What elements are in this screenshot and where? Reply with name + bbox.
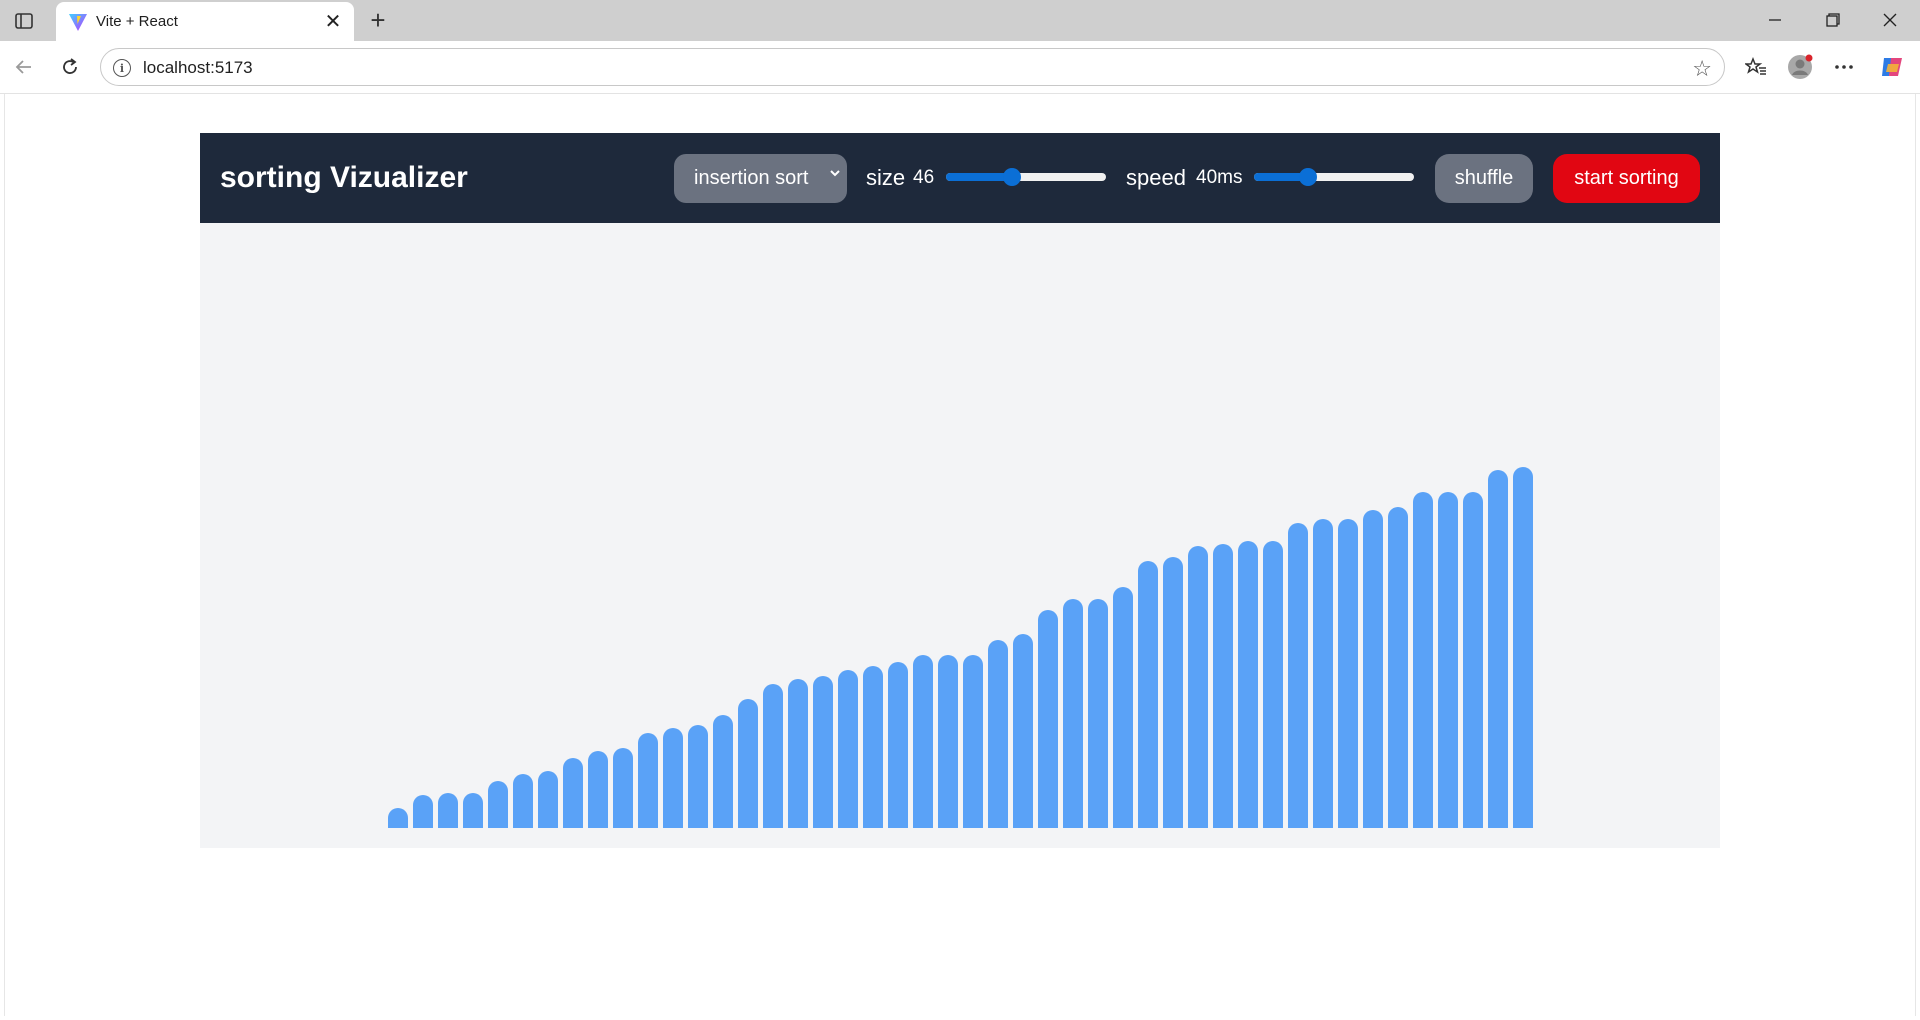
bar-15: [738, 699, 758, 828]
bar-29: [1088, 599, 1108, 828]
bar-13: [688, 725, 708, 828]
size-slider-track: [946, 173, 1106, 181]
sidebar-toggle-icon[interactable]: [12, 9, 36, 33]
algorithm-select[interactable]: insertion sort: [674, 154, 847, 203]
size-value: 46: [913, 167, 935, 188]
bars-stage: [200, 223, 1720, 848]
bar-5: [488, 781, 508, 828]
site-info-icon[interactable]: i: [113, 59, 131, 77]
bar-33: [1188, 546, 1208, 828]
vite-logo-icon: [68, 12, 88, 32]
bar-11: [638, 733, 658, 828]
bar-46: [1513, 467, 1533, 828]
bar-3: [438, 793, 458, 828]
bar-41: [1388, 507, 1408, 828]
bar-20: [863, 666, 883, 828]
address-bar[interactable]: i localhost:5173 ☆: [100, 48, 1725, 86]
bar-21: [888, 662, 908, 828]
tab-title: Vite + React: [96, 13, 178, 30]
bar-30: [1113, 587, 1133, 828]
bar-32: [1163, 557, 1183, 828]
bar-4: [463, 793, 483, 828]
speed-slider-track: [1254, 173, 1414, 181]
restore-icon[interactable]: [1813, 6, 1853, 34]
bar-6: [513, 774, 533, 828]
browser-toolbar: i localhost:5173 ☆: [0, 41, 1920, 94]
bar-35: [1238, 541, 1258, 828]
bar-40: [1363, 510, 1383, 828]
shuffle-button[interactable]: shuffle: [1435, 154, 1533, 203]
app-title: sorting Vizualizer: [220, 161, 468, 194]
speed-value: 40ms: [1196, 167, 1243, 188]
url-text: localhost:5173: [143, 58, 253, 77]
bar-19: [838, 670, 858, 828]
bar-26: [1013, 634, 1033, 828]
bar-12: [663, 728, 683, 828]
bar-23: [938, 655, 958, 828]
browser-tabstrip: Vite + React ✕ +: [0, 0, 1920, 41]
chevron-down-icon: [829, 166, 841, 182]
speed-slider[interactable]: [1254, 168, 1414, 186]
bar-2: [413, 795, 433, 828]
favorites-icon[interactable]: [1740, 51, 1772, 83]
size-slider-thumb[interactable]: [1002, 168, 1021, 186]
bar-22: [913, 655, 933, 828]
bar-34: [1213, 544, 1233, 828]
favorite-star-icon[interactable]: ☆: [1692, 56, 1712, 82]
bar-10: [613, 748, 633, 828]
bar-39: [1338, 519, 1358, 828]
bar-24: [963, 655, 983, 828]
bar-18: [813, 676, 833, 828]
bars-container: [200, 223, 1720, 848]
size-label: size: [866, 165, 906, 190]
bar-43: [1438, 492, 1458, 828]
speed-label: speed: [1126, 165, 1186, 190]
bar-36: [1263, 541, 1283, 828]
back-arrow-icon[interactable]: [8, 51, 40, 83]
bar-17: [788, 679, 808, 828]
sorting-visualizer-app: sorting Vizualizer insertion sort size 4…: [200, 133, 1720, 848]
new-tab-button[interactable]: +: [364, 5, 392, 35]
minimize-icon[interactable]: [1755, 6, 1795, 34]
size-slider-fill: [946, 173, 1012, 181]
copilot-icon[interactable]: [1876, 51, 1908, 83]
bar-7: [538, 771, 558, 828]
bar-25: [988, 640, 1008, 828]
bar-1: [388, 808, 408, 828]
bar-37: [1288, 523, 1308, 828]
start-sorting-button[interactable]: start sorting: [1553, 154, 1700, 203]
browser-tab[interactable]: Vite + React ✕: [56, 2, 354, 41]
profile-avatar-icon[interactable]: [1784, 51, 1816, 83]
bar-8: [563, 758, 583, 828]
bar-14: [713, 715, 733, 828]
window-close-icon[interactable]: [1870, 6, 1910, 34]
algorithm-selected-value: insertion sort: [694, 167, 809, 189]
size-slider[interactable]: [946, 168, 1106, 186]
bar-28: [1063, 599, 1083, 828]
speed-slider-thumb[interactable]: [1299, 168, 1318, 186]
bar-16: [763, 684, 783, 828]
bar-44: [1463, 492, 1483, 828]
bar-9: [588, 751, 608, 828]
bar-31: [1138, 561, 1158, 828]
reload-icon[interactable]: [54, 51, 86, 83]
bar-42: [1413, 492, 1433, 828]
bar-27: [1038, 610, 1058, 828]
tab-close-icon[interactable]: ✕: [322, 10, 344, 33]
app-navbar: sorting Vizualizer insertion sort size 4…: [200, 133, 1720, 223]
more-menu-icon[interactable]: [1828, 51, 1860, 83]
bar-38: [1313, 519, 1333, 828]
bar-45: [1488, 470, 1508, 828]
